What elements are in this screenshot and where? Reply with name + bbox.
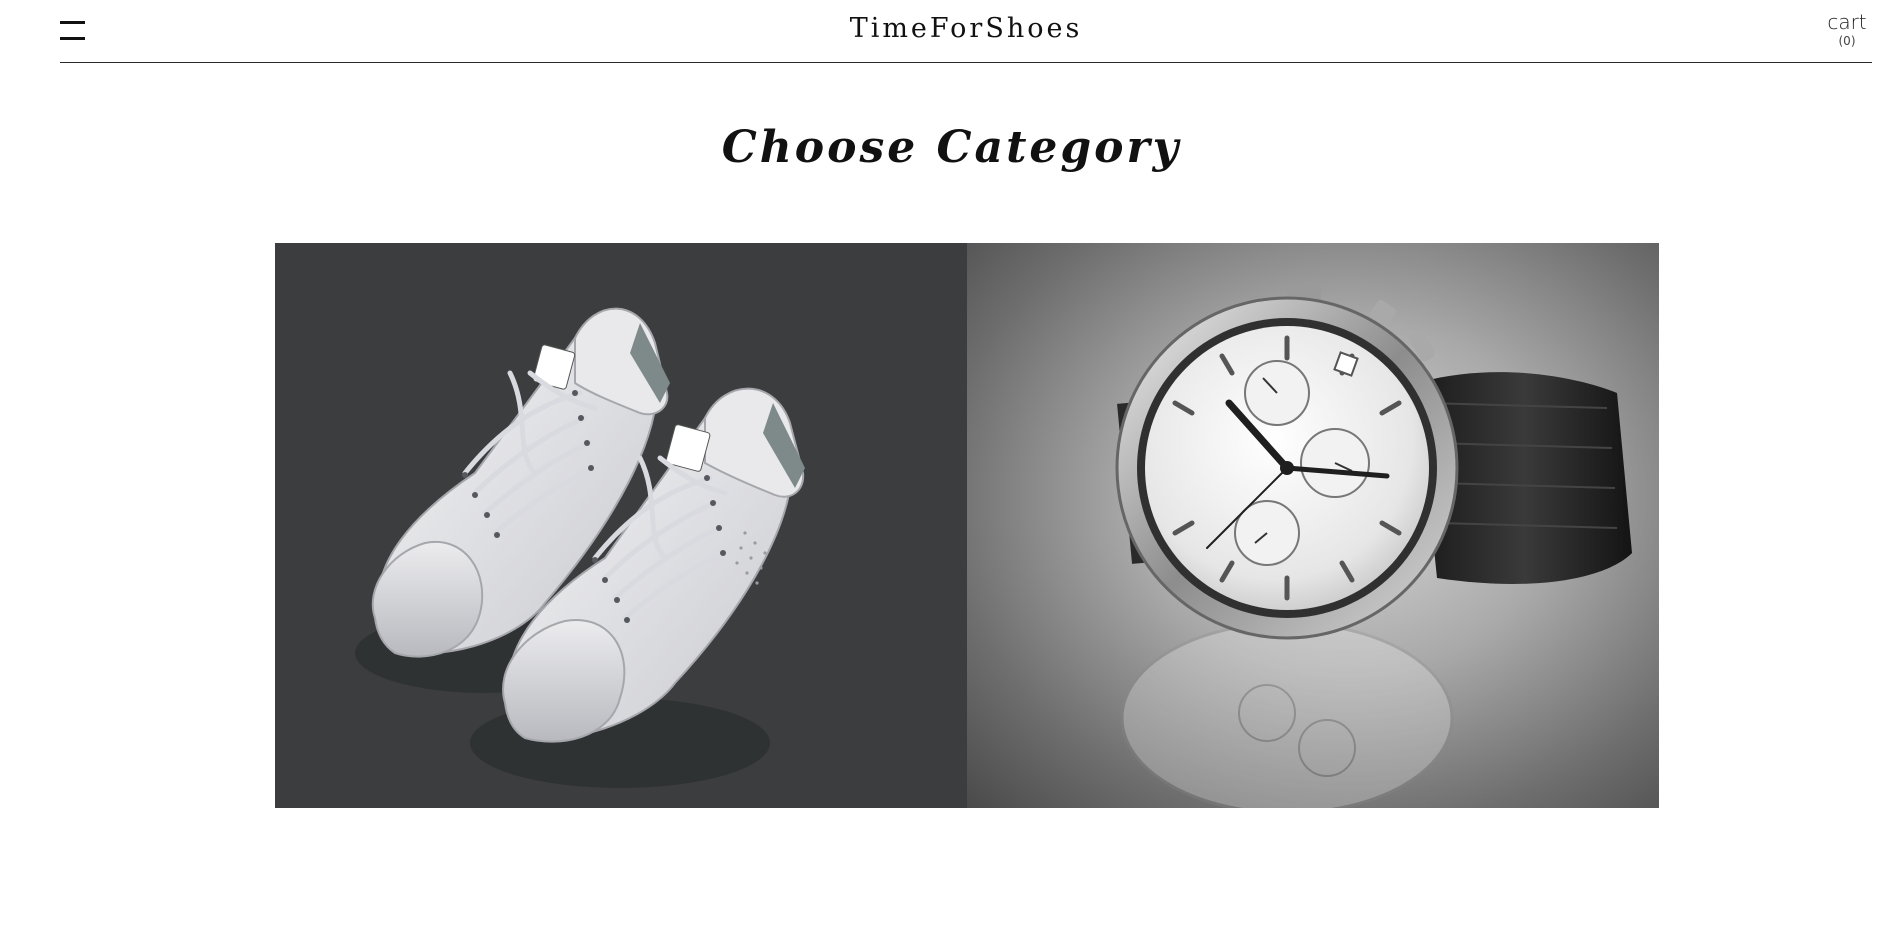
cart-label: cart xyxy=(1827,10,1867,34)
site-header: TimeForShoes cart (0) xyxy=(60,0,1872,63)
brand-link[interactable]: TimeForShoes xyxy=(850,13,1083,44)
cart-button[interactable]: cart (0) xyxy=(1822,10,1872,48)
category-tile-shoes[interactable] xyxy=(275,243,967,808)
white-sneakers-image xyxy=(355,307,805,788)
page-title: Choose Category xyxy=(721,122,1182,173)
wristwatch-image xyxy=(1115,285,1632,808)
category-grid xyxy=(275,243,1659,808)
cart-count: (0) xyxy=(1838,34,1856,48)
brand-logo: TimeForShoes xyxy=(60,13,1872,44)
category-tile-watches[interactable] xyxy=(967,243,1659,808)
